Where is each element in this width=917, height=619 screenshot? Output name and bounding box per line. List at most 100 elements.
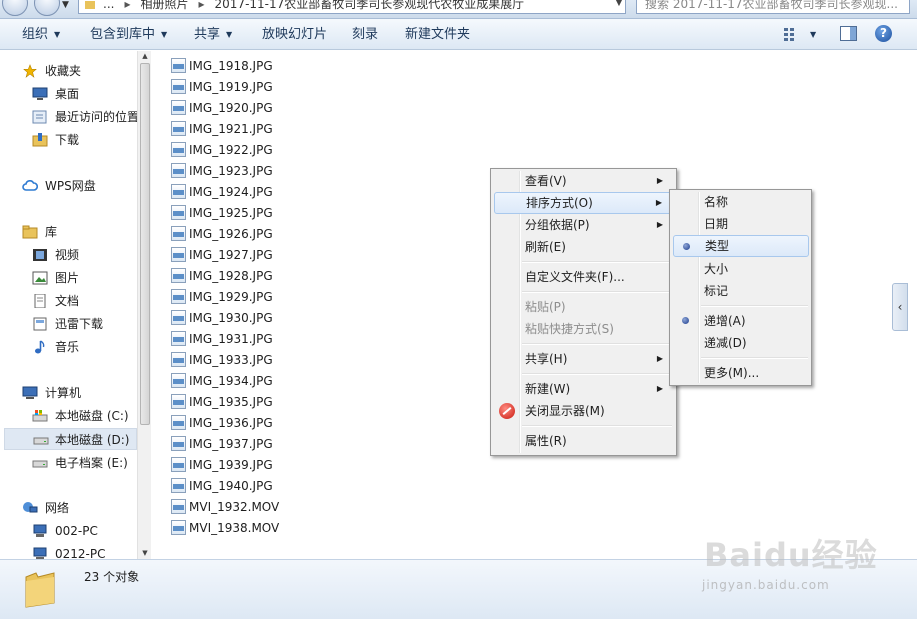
file-item[interactable]: IMG_1920.JPG — [171, 98, 273, 118]
sort-more[interactable]: 更多(M)... — [673, 362, 809, 384]
file-item[interactable]: IMG_1929.JPG — [171, 287, 273, 307]
image-file-icon — [171, 79, 186, 94]
file-item[interactable]: IMG_1921.JPG — [171, 119, 273, 139]
breadcrumb-1[interactable]: 相册照片 — [140, 0, 188, 11]
menu-paste-shortcut[interactable]: 粘贴快捷方式(S) — [494, 318, 673, 340]
file-item[interactable]: IMG_1935.JPG — [171, 392, 273, 412]
menu-new[interactable]: 新建(W) ▶ — [494, 378, 673, 400]
help-icon[interactable]: ? — [875, 25, 892, 42]
file-item[interactable]: IMG_1931.JPG — [171, 329, 273, 349]
file-item[interactable]: IMG_1919.JPG — [171, 77, 273, 97]
nav-drive-e[interactable]: 电子档案 (E:) — [32, 452, 128, 474]
sort-tags[interactable]: 标记 — [673, 280, 809, 302]
nav-pc1-label: 002-PC — [55, 524, 98, 538]
file-item[interactable]: IMG_1922.JPG — [171, 140, 273, 160]
file-item[interactable]: IMG_1928.JPG — [171, 266, 273, 286]
nav-pc2-label: 0212-PC — [55, 547, 106, 559]
sort-date-label: 日期 — [704, 217, 729, 231]
nav-computer[interactable]: 计算机 — [22, 382, 81, 404]
nav-thunder-downloads[interactable]: 迅雷下载 — [32, 313, 103, 335]
file-item[interactable]: IMG_1927.JPG — [171, 245, 273, 265]
file-item[interactable]: IMG_1925.JPG — [171, 203, 273, 223]
menu-close-display[interactable]: 关闭显示器(M) — [494, 400, 673, 422]
scroll-down-icon[interactable]: ▼ — [140, 549, 150, 557]
file-item[interactable]: IMG_1939.JPG — [171, 455, 273, 475]
file-item[interactable]: IMG_1918.JPG — [171, 56, 273, 76]
menu-customize-folder[interactable]: 自定义文件夹(F)... — [494, 266, 673, 288]
nav-pc-002[interactable]: 002-PC — [32, 520, 98, 542]
file-item[interactable]: IMG_1930.JPG — [171, 308, 273, 328]
menu-sort-by[interactable]: 排序方式(O) ▶ — [494, 192, 673, 214]
file-item[interactable]: MVI_1932.MOV — [171, 497, 279, 517]
file-item[interactable]: IMG_1937.JPG — [171, 434, 273, 454]
nav-favorites[interactable]: 收藏夹 — [22, 60, 81, 82]
back-button[interactable] — [2, 0, 28, 16]
slideshow-button[interactable]: 放映幻灯片 — [262, 19, 327, 50]
nav-pictures[interactable]: 图片 — [32, 267, 79, 289]
nav-drive-c[interactable]: 本地磁盘 (C:) — [32, 405, 129, 427]
chevron-left-icon[interactable]: ‹ — [892, 283, 908, 331]
scroll-up-icon[interactable]: ▲ — [140, 52, 150, 60]
new-folder-button[interactable]: 新建文件夹 — [405, 19, 470, 50]
menu-share[interactable]: 共享(H) ▶ — [494, 348, 673, 370]
nav-libraries[interactable]: 库 — [22, 221, 57, 243]
burn-button[interactable]: 刻录 — [352, 19, 378, 50]
menu-group-by[interactable]: 分组依据(P) ▶ — [494, 214, 673, 236]
forward-button[interactable] — [34, 0, 60, 16]
nav-documents[interactable]: 文档 — [32, 290, 79, 312]
nav-music[interactable]: 音乐 — [32, 336, 79, 358]
sort-descending[interactable]: 递减(D) — [673, 332, 809, 354]
file-item[interactable]: IMG_1926.JPG — [171, 224, 273, 244]
menu-properties[interactable]: 属性(R) — [494, 430, 673, 452]
nav-desktop[interactable]: 桌面 — [32, 83, 79, 105]
include-in-library-button[interactable]: 包含到库中 ▼ — [90, 19, 167, 50]
nav-network[interactable]: 网络 — [22, 497, 69, 519]
share-button[interactable]: 共享 ▼ — [194, 19, 232, 50]
file-item[interactable]: MVI_1938.MOV — [171, 518, 279, 538]
menu-refresh[interactable]: 刷新(E) — [494, 236, 673, 258]
menu-paste[interactable]: 粘贴(P) — [494, 296, 673, 318]
file-item[interactable]: IMG_1923.JPG — [171, 161, 273, 181]
breadcrumb-separator[interactable]: ▸ — [199, 0, 205, 11]
breadcrumb-0[interactable]: ... — [103, 0, 114, 11]
nav-downloads[interactable]: 下载 — [32, 129, 79, 151]
search-input[interactable]: 搜索 2017-11-17农业部畜牧司季司长参观现... — [636, 0, 910, 14]
nav-recent[interactable]: 最近访问的位置 — [32, 106, 137, 128]
file-item[interactable]: IMG_1924.JPG — [171, 182, 273, 202]
submenu-arrow-icon: ▶ — [656, 354, 663, 363]
sort-type[interactable]: 类型 — [673, 235, 809, 257]
file-item[interactable]: IMG_1934.JPG — [171, 371, 273, 391]
baidu-watermark: Baidu经验 jingyan.baidu.com — [700, 520, 900, 600]
breadcrumb-2[interactable]: 2017-11-17农业部畜牧司季司长参观现代农牧业成果展厅 — [215, 0, 525, 11]
sort-name[interactable]: 名称 — [673, 191, 809, 213]
sort-more-label: 更多(M)... — [704, 366, 760, 380]
submenu-arrow-icon: ▶ — [656, 176, 663, 185]
change-view-icon[interactable] — [784, 27, 800, 41]
sort-size[interactable]: 大小 — [673, 258, 809, 280]
file-item[interactable]: IMG_1933.JPG — [171, 350, 273, 370]
sort-ascending[interactable]: 递增(A) — [673, 310, 809, 332]
nav-wps-drive[interactable]: WPS网盘 — [22, 175, 96, 197]
address-dropdown-icon[interactable]: ▼ — [612, 0, 626, 14]
recent-pages-dropdown[interactable]: ▼ — [62, 0, 69, 10]
file-item[interactable]: IMG_1936.JPG — [171, 413, 273, 433]
preview-pane-icon[interactable] — [840, 26, 857, 41]
sort-submenu: 名称 日期 类型 大小 标记 递增(A) 递减(D) 更多(M)... — [669, 189, 812, 386]
sort-date[interactable]: 日期 — [673, 213, 809, 235]
breadcrumb-separator[interactable]: ▸ — [124, 0, 130, 11]
nav-videos[interactable]: 视频 — [32, 244, 79, 266]
menu-view[interactable]: 查看(V) ▶ — [494, 170, 673, 192]
organize-button[interactable]: 组织 ▼ — [22, 19, 60, 50]
scrollbar-thumb[interactable] — [140, 63, 150, 425]
view-options-dropdown[interactable]: ▼ — [810, 19, 816, 50]
file-name: IMG_1923.JPG — [189, 164, 273, 178]
address-field[interactable]: ... ▸ 相册照片 ▸ 2017-11-17农业部畜牧司季司长参观现代农牧业成果展厅 — [78, 0, 626, 14]
nav-scrollbar[interactable]: ▲ ▼ — [137, 51, 151, 559]
context-menu: 查看(V) ▶ 排序方式(O) ▶ 分组依据(P) ▶ 刷新(E) 自定义文件夹(F)… — [490, 168, 677, 456]
sort-type-label: 类型 — [705, 239, 730, 253]
file-item[interactable]: IMG_1940.JPG — [171, 476, 273, 496]
address-bar-area: ▼ ... ▸ 相册照片 ▸ 2017-11-17农业部畜牧司季司长参观现代农牧业成果展… — [0, 0, 917, 19]
menu-separator — [701, 305, 808, 307]
nav-pc-0212[interactable]: 0212-PC — [32, 543, 105, 559]
nav-drive-d[interactable]: 本地磁盘 (D:) — [4, 428, 137, 450]
